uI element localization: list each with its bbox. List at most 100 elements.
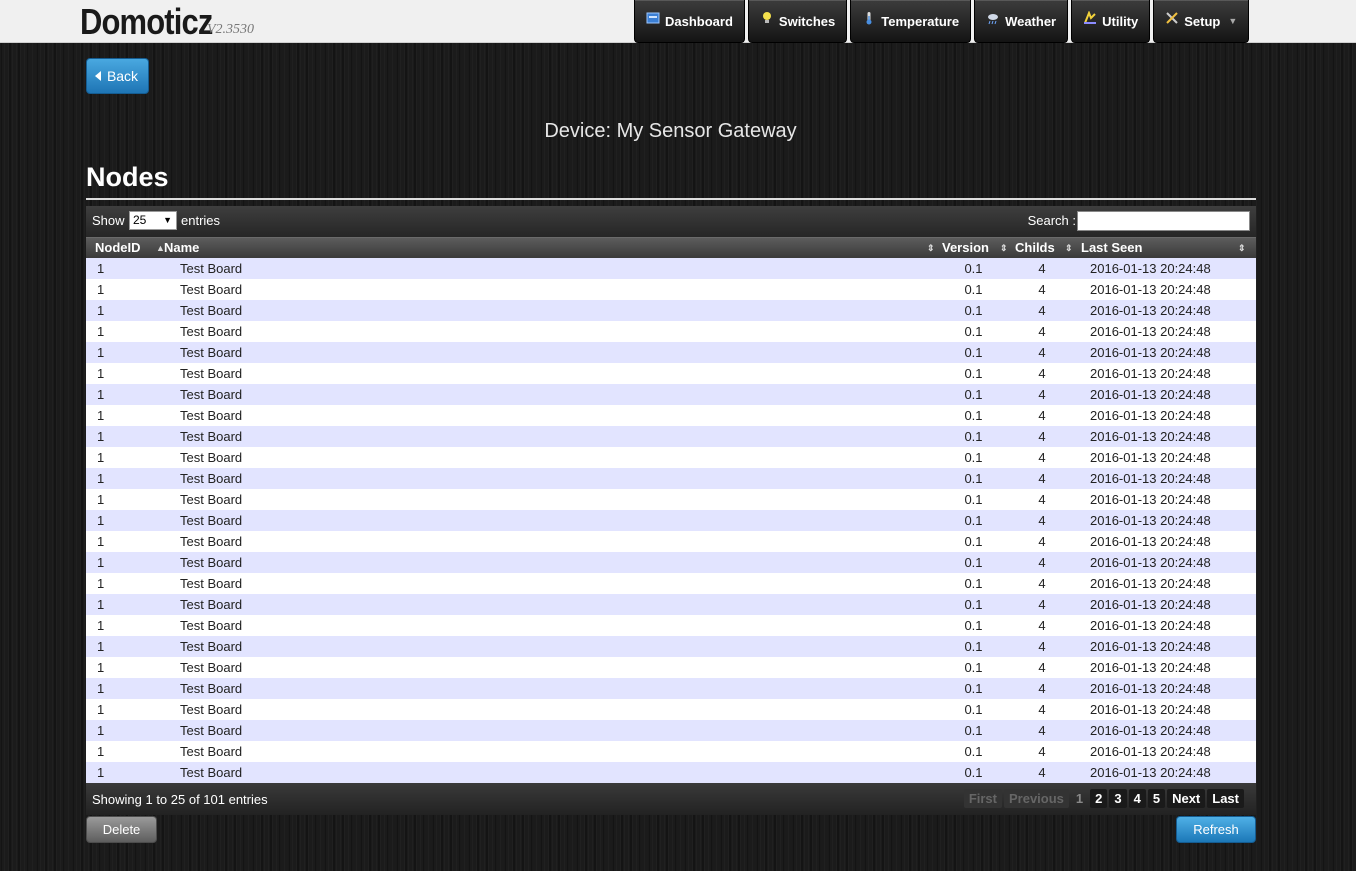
table-row[interactable]: 1 Test Board 0.1 4 2016-01-13 20:24:48 [86,720,1256,741]
table-row[interactable]: 1 Test Board 0.1 4 2016-01-13 20:24:48 [86,657,1256,678]
table-footer: Showing 1 to 25 of 101 entries First Pre… [86,783,1256,815]
cell-version: 0.1 [964,345,983,360]
cell-last-seen: 2016-01-13 20:24:48 [1090,408,1211,423]
cell-last-seen: 2016-01-13 20:24:48 [1090,429,1211,444]
pager-page-3[interactable]: 3 [1109,789,1127,808]
table-row[interactable]: 1 Test Board 0.1 4 2016-01-13 20:24:48 [86,426,1256,447]
cell-version: 0.1 [964,660,983,675]
cell-childs: 4 [1038,618,1046,633]
search-input[interactable] [1077,211,1250,231]
cell-last-seen: 2016-01-13 20:24:48 [1090,261,1211,276]
cell-nodeid: 1 [97,345,105,360]
cell-name: Test Board [180,387,243,402]
entries-length-select[interactable]: 25 ▼ [129,211,177,230]
back-button[interactable]: Back [86,58,149,94]
top-bar: Domoticz V2.3530 Dashboard Switches Temp… [0,0,1356,43]
pager-next-button[interactable]: Next [1167,789,1206,808]
cell-last-seen: 2016-01-13 20:24:48 [1090,513,1211,528]
cell-last-seen: 2016-01-13 20:24:48 [1090,576,1211,591]
nav-dashboard-label: Dashboard [665,13,733,29]
cell-last-seen: 2016-01-13 20:24:48 [1090,471,1211,486]
cell-last-seen: 2016-01-13 20:24:48 [1090,639,1211,654]
table-row[interactable]: 1 Test Board 0.1 4 2016-01-13 20:24:48 [86,342,1256,363]
col-header-childs[interactable]: Childs ⇕ [1015,238,1081,259]
table-row[interactable]: 1 Test Board 0.1 4 2016-01-13 20:24:48 [86,573,1256,594]
table-row[interactable]: 1 Test Board 0.1 4 2016-01-13 20:24:48 [86,510,1256,531]
cell-last-seen: 2016-01-13 20:24:48 [1090,282,1211,297]
col-header-version[interactable]: Version ⇕ [942,238,1015,259]
pager-first-button[interactable]: First [963,789,1002,808]
cell-nodeid: 1 [97,681,105,696]
cell-name: Test Board [180,261,243,276]
cell-name: Test Board [180,303,243,318]
search-label: Search : [1027,213,1076,228]
nav-setup[interactable]: Setup ▼ [1153,0,1250,43]
col-header-name[interactable]: Name ⇕ [164,238,942,259]
table-row[interactable]: 1 Test Board 0.1 4 2016-01-13 20:24:48 [86,636,1256,657]
cell-childs: 4 [1038,282,1046,297]
col-header-last-seen[interactable]: Last Seen ⇕ [1081,238,1256,259]
sort-icon: ⇕ [1000,242,1008,253]
table-row[interactable]: 1 Test Board 0.1 4 2016-01-13 20:24:48 [86,405,1256,426]
cell-last-seen: 2016-01-13 20:24:48 [1090,681,1211,696]
entries-label: entries [181,213,221,228]
table-row[interactable]: 1 Test Board 0.1 4 2016-01-13 20:24:48 [86,741,1256,762]
nav-utility[interactable]: Utility [1071,0,1151,43]
table-row[interactable]: 1 Test Board 0.1 4 2016-01-13 20:24:48 [86,552,1256,573]
table-row[interactable]: 1 Test Board 0.1 4 2016-01-13 20:24:48 [86,300,1256,321]
table-row[interactable]: 1 Test Board 0.1 4 2016-01-13 20:24:48 [86,615,1256,636]
nav-weather[interactable]: Weather [974,0,1069,43]
cell-last-seen: 2016-01-13 20:24:48 [1090,345,1211,360]
table-row[interactable]: 1 Test Board 0.1 4 2016-01-13 20:24:48 [86,699,1256,720]
cell-version: 0.1 [964,387,983,402]
table-row[interactable]: 1 Test Board 0.1 4 2016-01-13 20:24:48 [86,363,1256,384]
table-row[interactable]: 1 Test Board 0.1 4 2016-01-13 20:24:48 [86,678,1256,699]
table-row[interactable]: 1 Test Board 0.1 4 2016-01-13 20:24:48 [86,447,1256,468]
cell-childs: 4 [1038,450,1046,465]
cell-name: Test Board [180,618,243,633]
table-row[interactable]: 1 Test Board 0.1 4 2016-01-13 20:24:48 [86,762,1256,783]
cell-nodeid: 1 [97,471,105,486]
cell-childs: 4 [1038,345,1046,360]
pager-page-1[interactable]: 1 [1071,789,1088,808]
pagination: First Previous 1 2 3 4 5 Next Last [963,789,1244,808]
nav-utility-label: Utility [1102,13,1139,29]
cell-version: 0.1 [964,618,983,633]
table-info: Showing 1 to 25 of 101 entries [92,792,268,807]
cell-name: Test Board [180,450,243,465]
arrow-left-icon [94,71,101,81]
cell-nodeid: 1 [97,765,105,780]
pager-page-5[interactable]: 5 [1147,789,1166,808]
delete-button[interactable]: Delete [86,816,157,843]
nav-dashboard[interactable]: Dashboard [634,0,745,43]
pager-last-button[interactable]: Last [1207,789,1244,808]
pager-page-4[interactable]: 4 [1128,789,1146,808]
col-header-nodeid[interactable]: NodeID ▲ [86,238,165,259]
lightbulb-icon [762,12,771,23]
table-row[interactable]: 1 Test Board 0.1 4 2016-01-13 20:24:48 [86,531,1256,552]
cell-childs: 4 [1038,639,1046,654]
nav-switches[interactable]: Switches [747,0,848,43]
refresh-button[interactable]: Refresh [1176,816,1256,843]
table-row[interactable]: 1 Test Board 0.1 4 2016-01-13 20:24:48 [86,489,1256,510]
table-row[interactable]: 1 Test Board 0.1 4 2016-01-13 20:24:48 [86,258,1256,279]
chevron-down-icon: ▼ [163,215,172,225]
cell-childs: 4 [1038,303,1046,318]
cell-childs: 4 [1038,723,1046,738]
nodes-table: Show 25 ▼ entries Search : NodeID ▲ Name… [86,206,1256,815]
table-row[interactable]: 1 Test Board 0.1 4 2016-01-13 20:24:48 [86,468,1256,489]
pager-previous-button[interactable]: Previous [1003,789,1069,808]
cell-last-seen: 2016-01-13 20:24:48 [1090,723,1211,738]
table-row[interactable]: 1 Test Board 0.1 4 2016-01-13 20:24:48 [86,279,1256,300]
cell-nodeid: 1 [97,744,105,759]
sort-icon: ⇕ [927,242,935,253]
table-row[interactable]: 1 Test Board 0.1 4 2016-01-13 20:24:48 [86,384,1256,405]
cell-childs: 4 [1038,660,1046,675]
cell-last-seen: 2016-01-13 20:24:48 [1090,597,1211,612]
table-row[interactable]: 1 Test Board 0.1 4 2016-01-13 20:24:48 [86,594,1256,615]
cell-last-seen: 2016-01-13 20:24:48 [1090,450,1211,465]
cell-name: Test Board [180,702,243,717]
nav-temperature[interactable]: Temperature [850,0,972,43]
table-row[interactable]: 1 Test Board 0.1 4 2016-01-13 20:24:48 [86,321,1256,342]
pager-page-2[interactable]: 2 [1090,789,1108,808]
